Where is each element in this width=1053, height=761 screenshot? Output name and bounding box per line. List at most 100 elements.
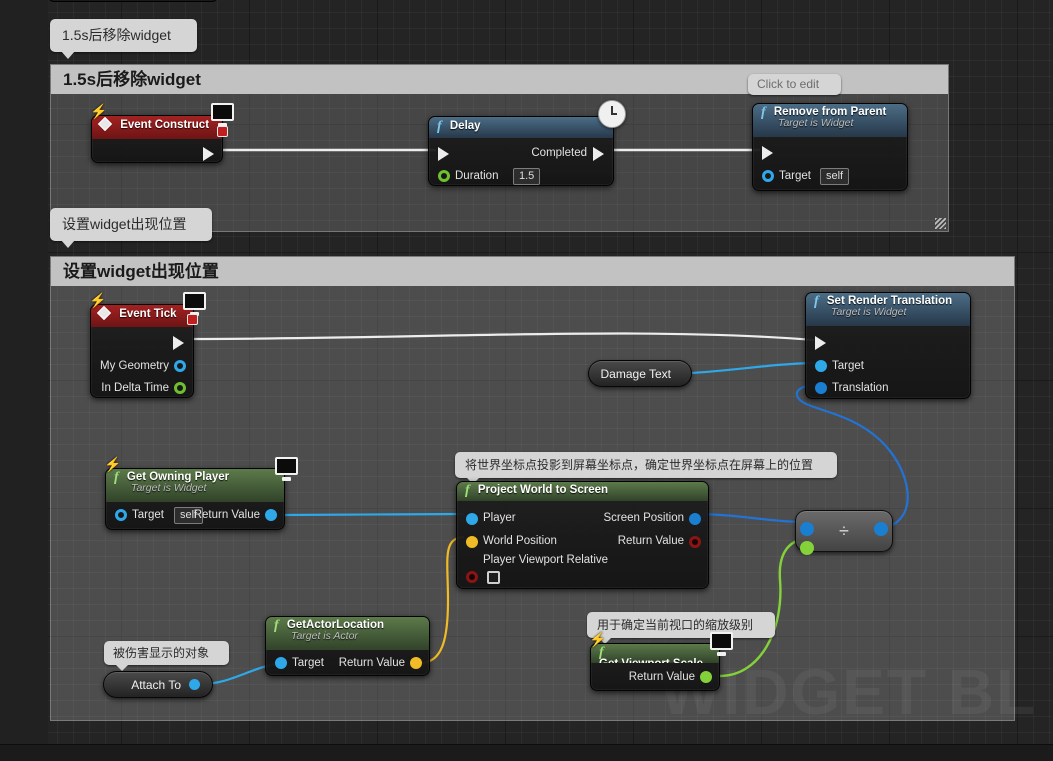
node-title-delay: Delay [449,120,481,132]
node-damage-text[interactable]: Damage Text [588,360,692,387]
node-title-event-tick: Event Tick [119,308,177,320]
world-position-pin[interactable] [466,535,478,548]
return-value-pin-actorlocation[interactable] [410,657,422,669]
node-title-project-world-to-screen: Project World to Screen [477,484,609,496]
exec-out-pin-tick[interactable] [173,336,184,350]
exec-in-pin-delay[interactable] [438,146,449,161]
tooltip-text-project-world-to-screen: 将世界坐标点投影到屏幕坐标点，确定世界坐标点在屏幕上的位置 [465,458,814,472]
remove-exec-row [753,141,907,165]
tooltip-attach-to[interactable]: 被伤害显示的对象 [104,641,230,671]
delay-completed-label: Completed [531,147,587,159]
setrender-target-label: Target [832,360,864,372]
exec-out-pin-construct[interactable] [203,147,214,161]
comment-resize-handle[interactable] [935,218,946,229]
node-body-event-tick: My Geometry In Delta Time [91,327,193,406]
remove-target-value[interactable]: self [820,168,850,185]
comment-title-set-position[interactable]: 设置widget出现位置 [51,257,1014,286]
translation-pin[interactable] [815,382,827,394]
tick-delta-label: In Delta Time [101,382,169,394]
divide-input-b-pin[interactable] [800,541,814,555]
lightning-icon-viewportscale: ⚡ [589,631,607,647]
node-event-construct[interactable]: Event Construct ⚡ [90,103,234,163]
event-pin-badge-tick [187,314,198,325]
setrender-translation-row: Translation [806,377,970,399]
node-body-get-viewport-scale: Return Value [591,663,719,695]
target-pin-remove[interactable] [762,170,774,182]
click-to-edit-tooltip[interactable]: Click to edit [748,74,842,95]
node-title-event-construct: Event Construct [120,119,210,131]
delay-duration-value[interactable]: 1.5 [513,168,541,185]
node-header-get-owning-player[interactable]: f Get Owning Player Target is Widget [106,469,284,502]
blueprint-graph-editor[interactable]: WIDGET BL In Length Time 1.5s后移除widget 1… [0,0,1053,761]
project-returnvalue-label: Return Value [617,535,684,547]
setrender-target-row: Target [806,355,970,377]
node-header-get-actor-location[interactable]: f GetActorLocation Target is Actor [266,617,429,650]
node-get-actor-location[interactable]: f GetActorLocation Target is Actor Targe… [265,616,430,676]
player-pin[interactable] [466,512,478,525]
node-header-project-world-to-screen[interactable]: f Project World to Screen [457,482,708,501]
duration-pin[interactable] [438,170,450,182]
monitor-icon-owningplayer [270,457,298,481]
comment-bubble-text-2: 设置widget出现位置 [62,216,187,232]
node-body-delay: Completed Duration 1.5 [429,138,613,194]
node-body-get-actor-location: Target Return Value [266,650,429,681]
node-event-tick[interactable]: Event Tick My Geometry In Delta Time ⚡ [89,292,206,398]
attach-to-label: Attach To [131,677,181,692]
function-f-icon-setrender: f [814,294,819,309]
graph-left-gutter [0,0,48,761]
node-body-remove-from-parent: Target self [753,137,907,194]
project-screenposition-label: Screen Position [603,512,684,524]
tick-delta-row: In Delta Time [91,377,193,399]
node-header-delay[interactable]: f Delay [429,117,613,138]
exec-in-pin-remove[interactable] [762,146,773,160]
return-value-pin-owningplayer[interactable] [265,509,277,521]
node-remove-from-parent[interactable]: f Remove from Parent Target is Widget Ta… [752,103,908,191]
my-geometry-pin[interactable] [174,360,186,372]
bubble-tail-icon-2 [61,240,75,248]
lightning-icon-construct: ⚡ [90,103,108,119]
target-pin-owningplayer[interactable] [115,509,127,521]
owningplayer-row: Target self Return Value [106,504,284,526]
comment-bubble-text-1: 1.5s后移除widget [62,27,171,43]
pin-icon-project [819,456,832,470]
setrender-exec-row [806,330,970,355]
function-f-icon-viewportscale: f [599,645,604,660]
function-f-icon-project: f [465,483,470,498]
owningplayer-target-label: Target [132,509,164,521]
node-delay[interactable]: f Delay Completed Duration 1.5 [428,100,626,186]
partial-node-top[interactable]: In Length Time [48,0,218,2]
divide-output-pin[interactable] [874,522,888,536]
node-header-set-render-translation[interactable]: f Set Render Translation Target is Widge… [806,293,970,326]
return-value-pin-viewportscale[interactable] [700,671,712,683]
node-subtitle-get-actor-location: Target is Actor [291,630,358,642]
pin-icon-attachto [211,645,224,659]
node-set-render-translation[interactable]: f Set Render Translation Target is Widge… [805,292,971,399]
node-divide[interactable]: ÷ [795,510,893,555]
exec-in-pin-setrender[interactable] [815,335,826,350]
return-value-pin-project[interactable] [689,535,701,548]
node-body-set-render-translation: Target Translation [806,326,970,406]
target-pin-actorlocation[interactable] [275,657,287,669]
setrender-translation-label: Translation [832,382,889,394]
player-viewport-relative-checkbox[interactable] [487,571,500,584]
project-player-label: Player [483,512,516,524]
node-get-viewport-scale[interactable]: f Get Viewport Scale Return Value ⚡ [589,631,733,691]
screen-position-pin[interactable] [689,512,701,525]
comment-bubble-set-position[interactable]: 设置widget出现位置 [50,208,213,248]
target-pin-setrender[interactable] [815,360,827,372]
in-delta-time-pin[interactable] [174,382,186,394]
node-attach-to[interactable]: Attach To [103,671,213,698]
node-header-remove-from-parent[interactable]: f Remove from Parent Target is Widget [753,104,907,137]
player-viewport-relative-pin[interactable] [466,571,478,583]
tooltip-project-world-to-screen[interactable]: 将世界坐标点投影到屏幕坐标点，确定世界坐标点在屏幕上的位置 [455,452,838,484]
bubble-tail-icon-attachto [115,664,129,671]
pin-icon-viewport [757,616,770,630]
attach-to-out-pin[interactable] [189,679,200,690]
comment-bubble-remove-widget[interactable]: 1.5s后移除widget [50,19,197,59]
exec-out-pin-delay[interactable] [593,146,604,161]
pin-icon [823,78,836,92]
divide-input-a-pin[interactable] [800,522,814,536]
node-project-world-to-screen[interactable]: f Project World to Screen Player Screen … [456,481,709,589]
node-get-owning-player[interactable]: f Get Owning Player Target is Widget Tar… [104,456,298,530]
monitor-icon-construct [206,103,234,127]
